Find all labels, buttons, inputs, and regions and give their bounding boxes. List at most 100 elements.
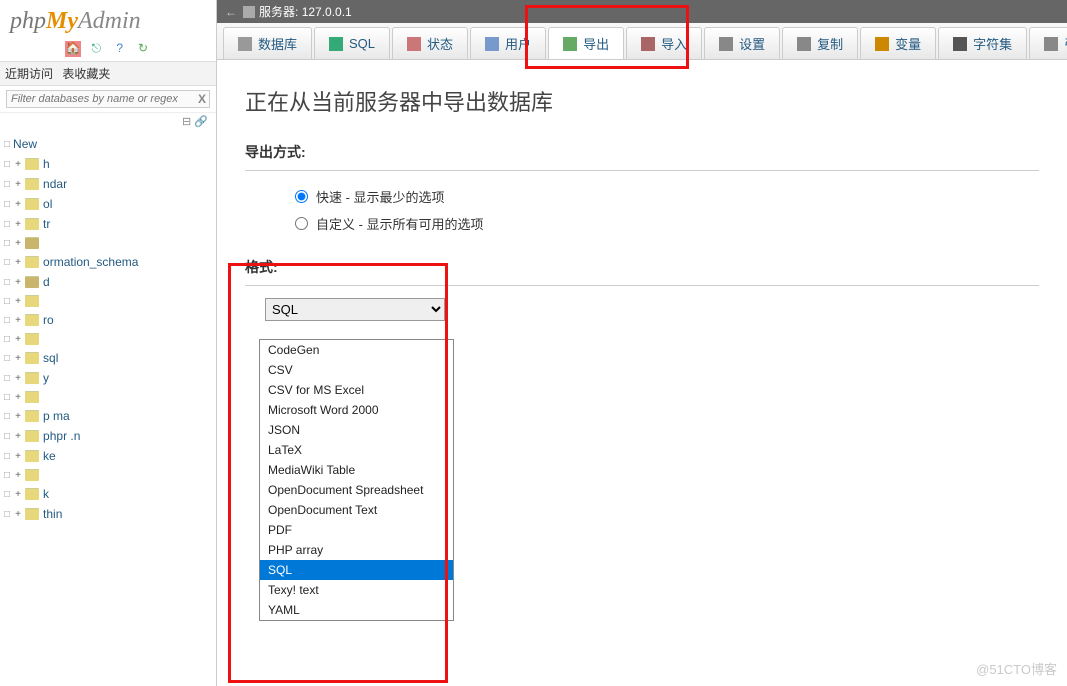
- tab-复制[interactable]: 复制: [782, 27, 858, 59]
- radio-custom-input[interactable]: [295, 217, 308, 230]
- expand-icon[interactable]: +: [13, 509, 23, 520]
- logo[interactable]: phpMyAdmin: [0, 0, 216, 39]
- i-sql-icon: [329, 37, 343, 51]
- expand-icon[interactable]: +: [13, 451, 23, 462]
- database-icon: [25, 410, 39, 422]
- logo-icon-row: 🏠 ⎋ ? ↻: [0, 39, 216, 61]
- filter-input[interactable]: [6, 90, 210, 108]
- db-item[interactable]: + ormation_schema: [0, 252, 216, 272]
- exit-icon[interactable]: ⎋: [88, 41, 104, 57]
- db-item[interactable]: + tr: [0, 214, 216, 234]
- reload-icon[interactable]: ↻: [135, 41, 151, 57]
- clear-filter-icon[interactable]: X: [198, 92, 206, 106]
- tab-导出[interactable]: 导出: [548, 27, 624, 59]
- db-item[interactable]: + h: [0, 154, 216, 174]
- format-option[interactable]: OpenDocument Spreadsheet: [260, 480, 453, 500]
- format-dropdown[interactable]: CodeGenCSVCSV for MS ExcelMicrosoft Word…: [259, 339, 454, 621]
- db-item[interactable]: +thin: [0, 504, 216, 524]
- expand-icon[interactable]: +: [13, 392, 23, 403]
- format-option[interactable]: PHP array: [260, 540, 453, 560]
- expand-icon[interactable]: +: [13, 199, 23, 210]
- collapse-arrow-icon[interactable]: ←: [225, 5, 237, 19]
- recent-bar: 近期访问 表收藏夹: [0, 61, 216, 86]
- db-item[interactable]: + ro: [0, 310, 216, 330]
- radio-quick[interactable]: 快速 - 显示最少的选项: [295, 183, 1039, 210]
- format-option[interactable]: Microsoft Word 2000: [260, 400, 453, 420]
- format-option[interactable]: CodeGen: [260, 340, 453, 360]
- format-option[interactable]: Texy! text: [260, 580, 453, 600]
- radio-custom[interactable]: 自定义 - 显示所有可用的选项: [295, 210, 1039, 237]
- db-item[interactable]: +: [0, 388, 216, 406]
- db-item[interactable]: +: [0, 330, 216, 348]
- page-title: 正在从当前服务器中导出数据库: [245, 85, 1039, 117]
- database-icon: [25, 333, 39, 345]
- content: 正在从当前服务器中导出数据库 导出方式: 快速 - 显示最少的选项 自定义 - …: [217, 60, 1067, 346]
- tab-设置[interactable]: 设置: [704, 27, 780, 59]
- format-option[interactable]: OpenDocument Text: [260, 500, 453, 520]
- db-item[interactable]: +: [0, 466, 216, 484]
- favorites-tab[interactable]: 表收藏夹: [62, 67, 110, 81]
- collapse-icons[interactable]: ⊟ 🔗: [0, 113, 216, 130]
- i-charset-icon: [953, 37, 967, 51]
- format-option[interactable]: YAML: [260, 600, 453, 620]
- db-item[interactable]: + ke: [0, 446, 216, 466]
- database-icon: [25, 450, 39, 462]
- format-option[interactable]: CSV for MS Excel: [260, 380, 453, 400]
- expand-icon[interactable]: +: [13, 411, 23, 422]
- tab-数据库[interactable]: 数据库: [223, 27, 312, 59]
- format-option[interactable]: SQL: [260, 560, 453, 580]
- db-item[interactable]: + d: [0, 272, 216, 292]
- format-option[interactable]: MediaWiki Table: [260, 460, 453, 480]
- db-item[interactable]: +p ma: [0, 406, 216, 426]
- database-icon: [25, 372, 39, 384]
- db-item[interactable]: + ol: [0, 194, 216, 214]
- expand-icon[interactable]: +: [13, 373, 23, 384]
- db-item[interactable]: + sql: [0, 348, 216, 368]
- tab-用户[interactable]: 用户: [470, 27, 546, 59]
- expand-icon[interactable]: +: [13, 219, 23, 230]
- recent-tab[interactable]: 近期访问: [5, 67, 53, 81]
- db-item[interactable]: + y: [0, 368, 216, 388]
- expand-icon[interactable]: +: [13, 489, 23, 500]
- database-icon: [25, 198, 39, 210]
- i-var-icon: [875, 37, 889, 51]
- expand-icon[interactable]: +: [13, 277, 23, 288]
- tab-变量[interactable]: 变量: [860, 27, 936, 59]
- db-item[interactable]: +: [0, 234, 216, 252]
- expand-icon[interactable]: +: [13, 334, 23, 345]
- i-status-icon: [407, 37, 421, 51]
- expand-icon[interactable]: +: [13, 431, 23, 442]
- expand-icon[interactable]: +: [13, 257, 23, 268]
- db-item[interactable]: + k: [0, 484, 216, 504]
- tab-导入[interactable]: 导入: [626, 27, 702, 59]
- expand-icon[interactable]: +: [13, 179, 23, 190]
- tab-引擎[interactable]: 引擎: [1029, 27, 1067, 59]
- expand-icon[interactable]: +: [13, 315, 23, 326]
- format-select[interactable]: SQL: [265, 298, 445, 321]
- expand-icon[interactable]: +: [13, 238, 23, 249]
- expand-icon[interactable]: +: [13, 353, 23, 364]
- format-option[interactable]: LaTeX: [260, 440, 453, 460]
- home-icon[interactable]: 🏠: [65, 41, 81, 57]
- tab-字符集[interactable]: 字符集: [938, 27, 1027, 59]
- db-item[interactable]: +: [0, 292, 216, 310]
- format-option[interactable]: JSON: [260, 420, 453, 440]
- breadcrumb: ← 服务器: 127.0.0.1: [217, 0, 1067, 23]
- format-option[interactable]: PDF: [260, 520, 453, 540]
- db-item[interactable]: New: [0, 134, 216, 154]
- i-user-icon: [485, 37, 499, 51]
- export-method-label: 导出方式:: [245, 142, 1039, 162]
- radio-quick-input[interactable]: [295, 190, 308, 203]
- expand-icon[interactable]: +: [13, 296, 23, 307]
- format-option[interactable]: CSV: [260, 360, 453, 380]
- db-tree: New+ h+ ndar+ ol+ tr+ + ormation_schema+…: [0, 130, 216, 524]
- db-item[interactable]: +phpr .n: [0, 426, 216, 446]
- expand-icon[interactable]: +: [13, 470, 23, 481]
- expand-icon[interactable]: +: [13, 159, 23, 170]
- breadcrumb-server-label: 服务器:: [259, 3, 298, 20]
- help-icon[interactable]: ?: [112, 41, 128, 57]
- db-item[interactable]: + ndar: [0, 174, 216, 194]
- tab-SQL[interactable]: SQL: [314, 27, 390, 59]
- watermark: @51CTO博客: [976, 659, 1057, 678]
- tab-状态[interactable]: 状态: [392, 27, 468, 59]
